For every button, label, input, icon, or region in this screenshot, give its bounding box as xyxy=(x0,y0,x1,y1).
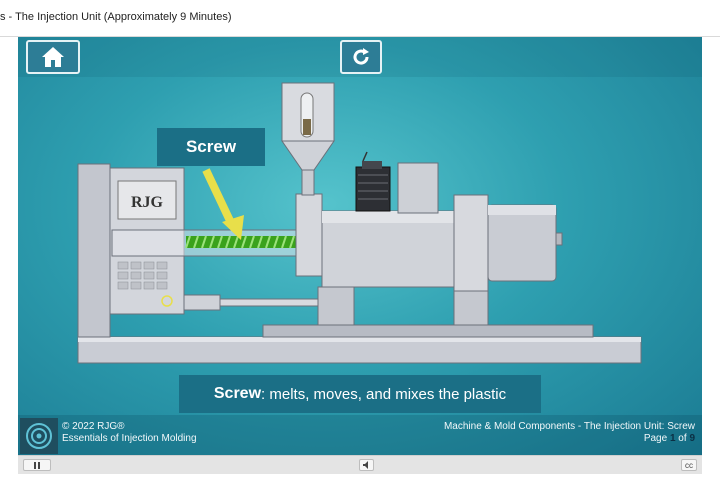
slide-caption: Screw: melts, moves, and mixes the plast… xyxy=(179,375,541,413)
hopper xyxy=(281,82,335,196)
page-total: 9 xyxy=(689,433,695,444)
audio-button[interactable] xyxy=(359,459,374,471)
course-info: Machine & Mold Components - The Injectio… xyxy=(444,421,695,445)
feed-throat xyxy=(295,193,323,277)
caption-term: Screw xyxy=(213,385,262,402)
pause-button[interactable] xyxy=(23,459,51,471)
screw-motor xyxy=(355,151,391,212)
section-title: Machine & Mold Components - The Injectio… xyxy=(443,421,695,432)
injection-cylinder xyxy=(453,194,489,292)
caption-text: : melts, moves, and mixes the plastic xyxy=(261,385,507,403)
rjg-logo xyxy=(20,418,58,454)
machine-rail xyxy=(262,324,594,338)
speaker-icon xyxy=(362,461,368,469)
window-titlebar: s - The Injection Unit (Approximately 9 … xyxy=(0,0,720,37)
support-leg-rear xyxy=(453,290,489,326)
machine-frame xyxy=(77,163,111,338)
copyright-text: © 2022 RJG® xyxy=(62,421,125,432)
drive-cylinder xyxy=(487,204,557,282)
rjg-swirl-icon xyxy=(26,423,52,449)
course-title: Essentials of Injection Molding xyxy=(62,433,197,444)
closed-captions-button[interactable]: cc xyxy=(681,459,697,471)
page-indicator: Page 1 of 9 xyxy=(643,433,695,444)
slide-stage: RJG Screw Screw: melts, moves, and mixe… xyxy=(18,37,702,455)
window-title: s - The Injection Unit (Approximately 9 … xyxy=(0,11,232,23)
support-leg xyxy=(317,286,355,326)
machine-logo: RJG xyxy=(131,194,164,211)
copyright-block: © 2022 RJG® Essentials of Injection Mold… xyxy=(62,421,197,445)
screw-callout: Screw xyxy=(157,128,265,166)
pause-icon xyxy=(34,461,40,469)
injection-unit-illustration: RJG xyxy=(77,82,642,364)
player-controls: cc xyxy=(18,455,702,474)
